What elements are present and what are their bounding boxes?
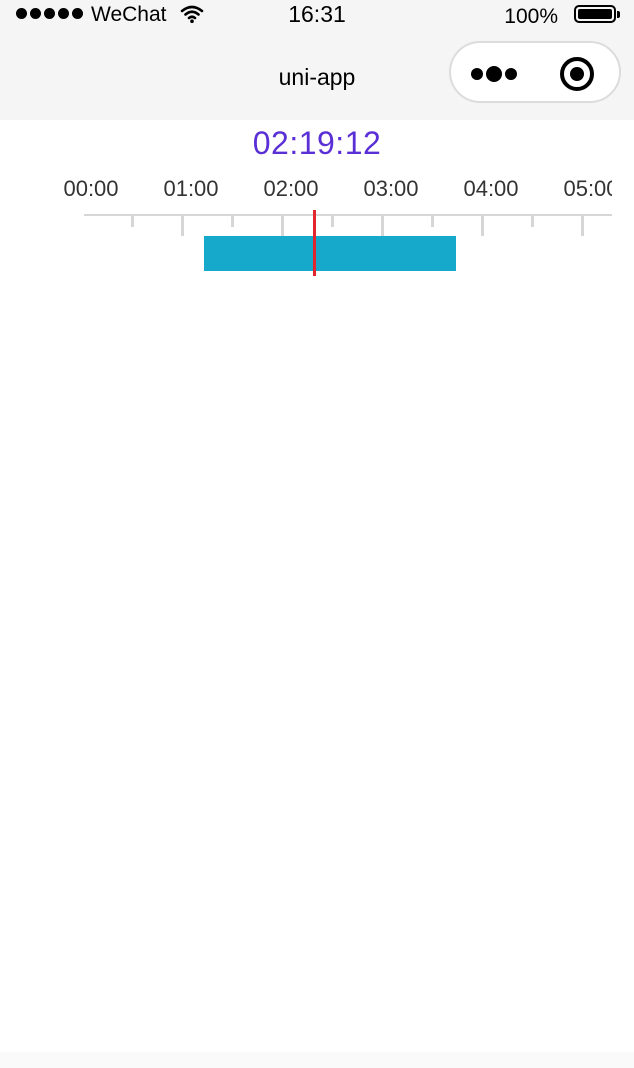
recorded-segment-bar[interactable] <box>204 236 456 271</box>
playhead-cursor[interactable] <box>313 210 316 276</box>
hour-tick <box>181 214 184 236</box>
hour-label: 04:00 <box>463 176 519 201</box>
hour-label: 00:00 <box>63 176 119 201</box>
timeline-ruler[interactable]: 00:00 01:00 02:00 03:00 04:00 05:00 <box>0 170 612 280</box>
hour-label: 05:00 <box>563 176 612 201</box>
hour-label: 03:00 <box>363 176 419 201</box>
battery-percentage: 100% <box>504 5 558 28</box>
half-hour-tick <box>431 214 434 227</box>
current-time-readout: 02:19:12 <box>252 125 382 161</box>
half-hour-tick <box>531 214 534 227</box>
hour-tick <box>481 214 484 236</box>
hour-tick <box>381 214 384 236</box>
bottom-strip <box>0 1052 634 1068</box>
more-dots-icon[interactable] <box>469 63 521 85</box>
record-circle-icon[interactable] <box>560 57 594 91</box>
top-bar: WeChat 16:31 100% uni-app <box>0 0 634 120</box>
half-hour-tick <box>231 214 234 227</box>
hour-label: 01:00 <box>163 176 219 201</box>
half-hour-tick <box>131 214 134 227</box>
hour-label: 02:00 <box>263 176 319 201</box>
hour-tick <box>581 214 584 236</box>
half-hour-tick <box>331 214 334 227</box>
mini-program-capsule <box>449 41 621 103</box>
status-bar: WeChat 16:31 100% <box>0 0 634 30</box>
app-screen: WeChat 16:31 100% uni-app 02:19:12 00:00… <box>0 0 634 1068</box>
battery-icon <box>574 5 622 25</box>
hour-tick <box>281 214 284 236</box>
